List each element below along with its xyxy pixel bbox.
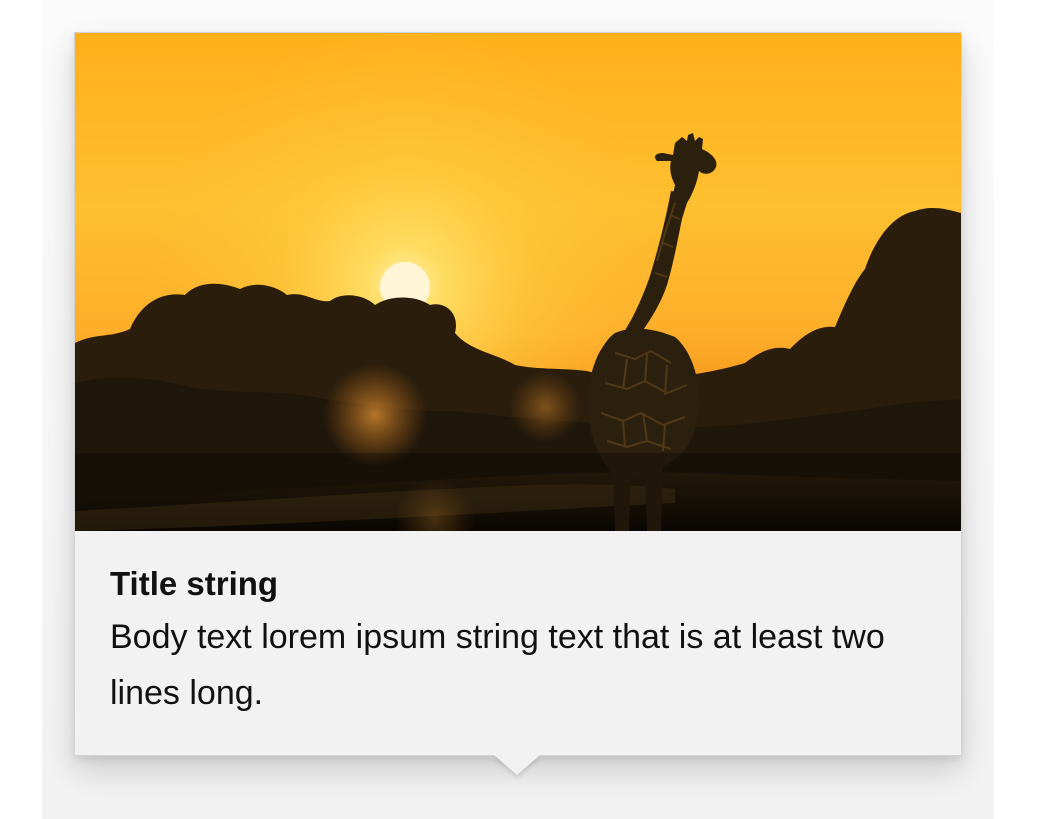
teaching-tip-content: Title string Body text lorem ipsum strin… [110, 563, 910, 721]
teaching-tip-body: Body text lorem ipsum string text that i… [110, 618, 885, 712]
hero-image [75, 33, 961, 531]
teaching-tip: Title string Body text lorem ipsum strin… [74, 32, 962, 756]
teaching-tip-title: Title string [110, 565, 279, 602]
teaching-tip-tail [494, 755, 540, 775]
